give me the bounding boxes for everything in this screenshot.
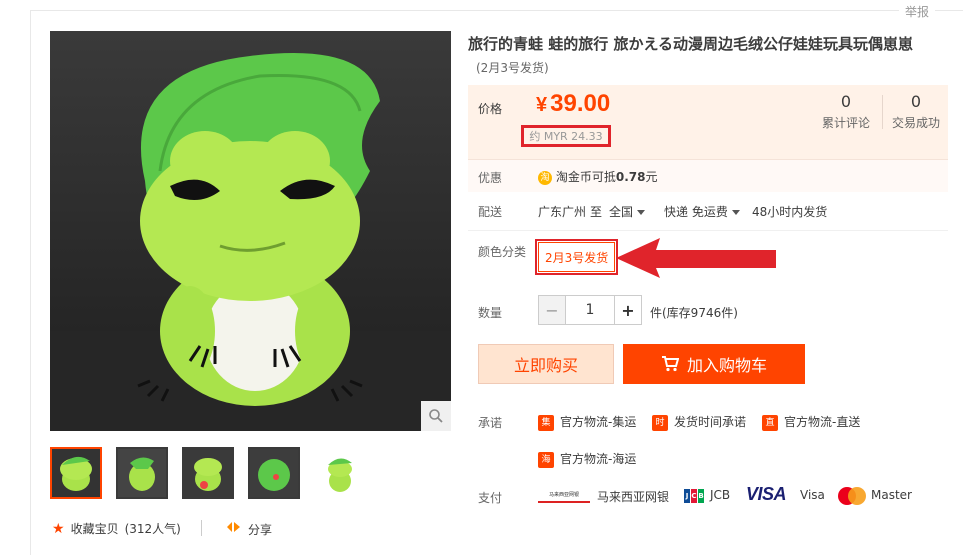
promise-item-3-label: 官方物流-直送 <box>784 415 861 429</box>
shipping-origin: 广东广州 <box>538 205 587 219</box>
sales-count: 0 <box>910 92 922 111</box>
stock-info: 件(库存9746件) <box>650 306 738 320</box>
stat-divider <box>882 95 883 129</box>
promo-label: 优惠 <box>478 171 503 185</box>
thumbnail-2[interactable] <box>116 447 168 499</box>
thumbnail-4[interactable] <box>248 447 300 499</box>
thumbnail-strip <box>50 447 366 499</box>
logistics-icon: 集 <box>538 414 554 431</box>
price-amount: 39.00 <box>550 90 611 117</box>
currency-symbol: ¥ <box>536 94 548 116</box>
add-to-cart-label: 加入购物车 <box>686 356 767 375</box>
sales-count-label: 交易成功 <box>891 116 940 130</box>
thumbnail-1[interactable] <box>50 447 102 499</box>
report-link[interactable]: 举报 <box>898 3 935 20</box>
review-count-label: 累计评论 <box>821 116 870 130</box>
myr-price: 约 MYR 24.33 <box>529 130 603 143</box>
myr-price-highlight: 约 MYR 24.33 <box>521 125 611 147</box>
promise-item-3[interactable]: 直官方物流-直送 <box>762 413 860 431</box>
promo-amount: 0.78 <box>615 170 646 184</box>
mastercard-logo-icon <box>838 487 866 505</box>
sku-option-label: 2月3号发货 <box>545 250 609 265</box>
promise-item-2[interactable]: 时发货时间承诺 <box>652 413 746 431</box>
promo-text-suffix: 元 <box>645 170 658 184</box>
payment-method-visa: Visa <box>800 488 825 502</box>
frog-thumbnail-image <box>316 449 364 497</box>
promo-text-prefix: 淘金币可抵 <box>555 170 616 184</box>
share-icon <box>226 520 242 538</box>
left-divider <box>30 10 31 555</box>
action-divider <box>201 520 202 536</box>
share-button[interactable]: 分享 <box>226 520 272 538</box>
promise-item-1[interactable]: 集官方物流-集运 <box>538 413 636 431</box>
main-product-image[interactable] <box>50 31 451 431</box>
shipping-method-select[interactable]: 快递 免运费 <box>664 203 740 220</box>
thumbnail-3[interactable] <box>182 447 234 499</box>
price-panel: 价格 ¥39.00 约 MYR 24.33 0 累计评论 0 交易成功 <box>468 85 948 159</box>
payment-label: 支付 <box>478 491 503 505</box>
quantity-label: 数量 <box>478 306 503 320</box>
price-label: 价格 <box>478 102 503 116</box>
coin-icon: 淘 <box>538 170 552 185</box>
star-icon: ★ <box>52 520 65 537</box>
shipping-to: 至 <box>590 205 603 219</box>
sku-label: 颜色分类 <box>478 245 527 259</box>
frog-plush-image <box>50 31 451 431</box>
favorite-label: 收藏宝贝 <box>70 522 119 536</box>
annotation-arrow-icon <box>616 238 776 278</box>
cart-icon <box>661 356 679 372</box>
frog-thumbnail-image <box>118 449 166 497</box>
promise-item-2-label: 发货时间承诺 <box>674 415 747 429</box>
buy-now-label: 立即购买 <box>513 356 578 375</box>
product-subtitle: (2月3号发货) <box>476 61 549 75</box>
destination-select[interactable]: 全国 <box>609 203 646 220</box>
sku-option-selected[interactable]: 2月3号发货 <box>534 239 619 275</box>
payment-method-master: Master <box>871 488 912 502</box>
share-label: 分享 <box>248 522 273 537</box>
favorite-button[interactable]: ★ 收藏宝贝 (312人气) <box>52 520 181 537</box>
shipping-label: 配送 <box>478 205 503 219</box>
jcb-logo-icon: JCB <box>684 489 704 503</box>
promo-row: 优惠 淘 淘金币可抵0.78元 <box>468 159 948 192</box>
promise-item-4[interactable]: 海官方物流-海运 <box>538 450 636 468</box>
visa-logo: VISA <box>746 484 787 504</box>
promise-label: 承诺 <box>478 416 503 430</box>
frog-thumbnail-image <box>52 449 100 497</box>
taojinbi-promo: 淘 淘金币可抵0.78元 <box>538 168 657 185</box>
promise-item-4-label: 官方物流-海运 <box>560 452 637 466</box>
favorite-count: (312人气) <box>124 522 181 536</box>
payment-method-bank: 马来西亚网银 <box>597 490 670 504</box>
ship-icon: 海 <box>538 451 554 468</box>
frog-thumbnail-image <box>250 449 298 497</box>
buy-now-button[interactable]: 立即购买 <box>478 344 614 384</box>
zoom-button[interactable] <box>421 401 451 431</box>
price-value: ¥39.00 <box>536 90 610 118</box>
truck-icon: 直 <box>762 414 778 431</box>
promise-item-1-label: 官方物流-集运 <box>560 415 637 429</box>
add-to-cart-button[interactable]: 加入购物车 <box>623 344 805 384</box>
dispatch-time: 48小时内发货 <box>752 205 828 219</box>
clock-icon: 时 <box>652 414 668 431</box>
payment-method-jcb: JCB <box>710 488 731 502</box>
search-icon <box>429 409 443 423</box>
top-divider <box>30 10 963 11</box>
chevron-down-icon <box>637 210 646 215</box>
malaysia-bank-logo: 马来西亚网银 <box>538 487 590 503</box>
review-count: 0 <box>840 92 852 111</box>
chevron-down-icon <box>731 210 740 215</box>
sales-count-stat[interactable]: 0 交易成功 <box>888 92 944 131</box>
product-title: 旅行的青蛙 蛙的旅行 旅かえる动漫周边毛绒公仔娃娃玩具玩偶崽崽 <box>468 35 913 53</box>
review-count-stat[interactable]: 0 累计评论 <box>818 92 874 131</box>
quantity-decrement-button[interactable]: − <box>538 295 566 325</box>
quantity-increment-button[interactable]: + <box>614 295 642 325</box>
frog-thumbnail-image <box>184 449 232 497</box>
thumbnail-5[interactable] <box>314 447 366 499</box>
destination-value: 全国 <box>609 205 634 219</box>
quantity-input[interactable]: 1 <box>565 295 615 325</box>
section-divider <box>468 230 948 231</box>
shipping-method-value: 快递 免运费 <box>664 205 728 219</box>
